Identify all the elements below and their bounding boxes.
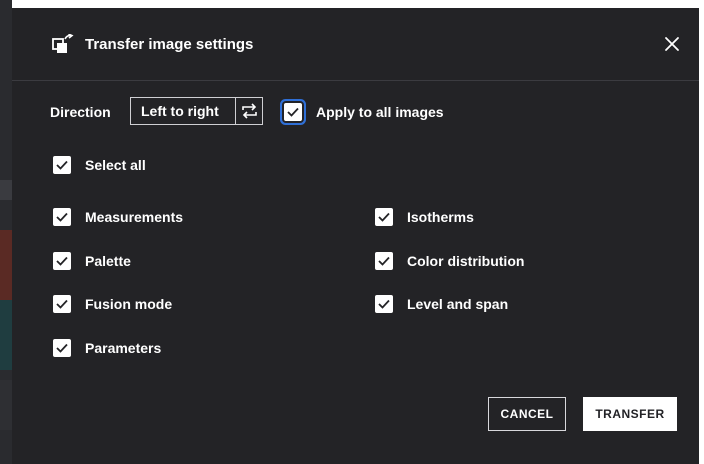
fusion-mode-checkbox[interactable] [53,295,71,313]
isotherms-label[interactable]: Isotherms [407,207,474,227]
direction-label: Direction [50,104,111,120]
background-image-strip [0,0,12,464]
isotherms-checkbox[interactable] [375,208,393,226]
background-band [0,380,12,430]
transfer-image-icon [52,33,74,54]
cancel-button[interactable]: CANCEL [488,397,566,431]
check-icon [287,107,299,117]
check-icon [56,212,68,222]
parameters-checkbox[interactable] [53,339,71,357]
swap-arrows-icon [242,103,257,119]
apply-all-checkbox[interactable] [284,103,302,121]
dialog-title: Transfer image settings [85,36,254,53]
dialog-header: Transfer image settings [12,8,699,81]
direction-select[interactable]: Left to right [130,97,263,125]
parameters-label[interactable]: Parameters [85,338,161,358]
check-icon [378,212,390,222]
check-icon [56,299,68,309]
close-icon[interactable] [663,35,681,53]
check-icon [56,160,68,170]
level-and-span-checkbox[interactable] [375,295,393,313]
check-icon [56,256,68,266]
background-band [0,180,12,200]
select-all-checkbox[interactable] [53,156,71,174]
background-band [0,300,12,370]
palette-checkbox[interactable] [53,252,71,270]
measurements-label[interactable]: Measurements [85,207,183,227]
color-distribution-checkbox[interactable] [375,252,393,270]
level-and-span-label[interactable]: Level and span [407,294,508,314]
transfer-button[interactable]: TRANSFER [583,397,677,431]
swap-direction-button[interactable] [235,98,262,124]
measurements-checkbox[interactable] [53,208,71,226]
check-icon [378,299,390,309]
color-distribution-label[interactable]: Color distribution [407,251,524,271]
fusion-mode-label[interactable]: Fusion mode [85,294,172,314]
direction-value: Left to right [141,103,219,119]
apply-all-label[interactable]: Apply to all images [316,102,444,122]
transfer-settings-dialog: Transfer image settings Direction Left t… [12,8,699,464]
check-icon [56,343,68,353]
palette-label[interactable]: Palette [85,251,131,271]
select-all-label[interactable]: Select all [85,155,146,175]
check-icon [378,256,390,266]
background-band [0,230,12,300]
